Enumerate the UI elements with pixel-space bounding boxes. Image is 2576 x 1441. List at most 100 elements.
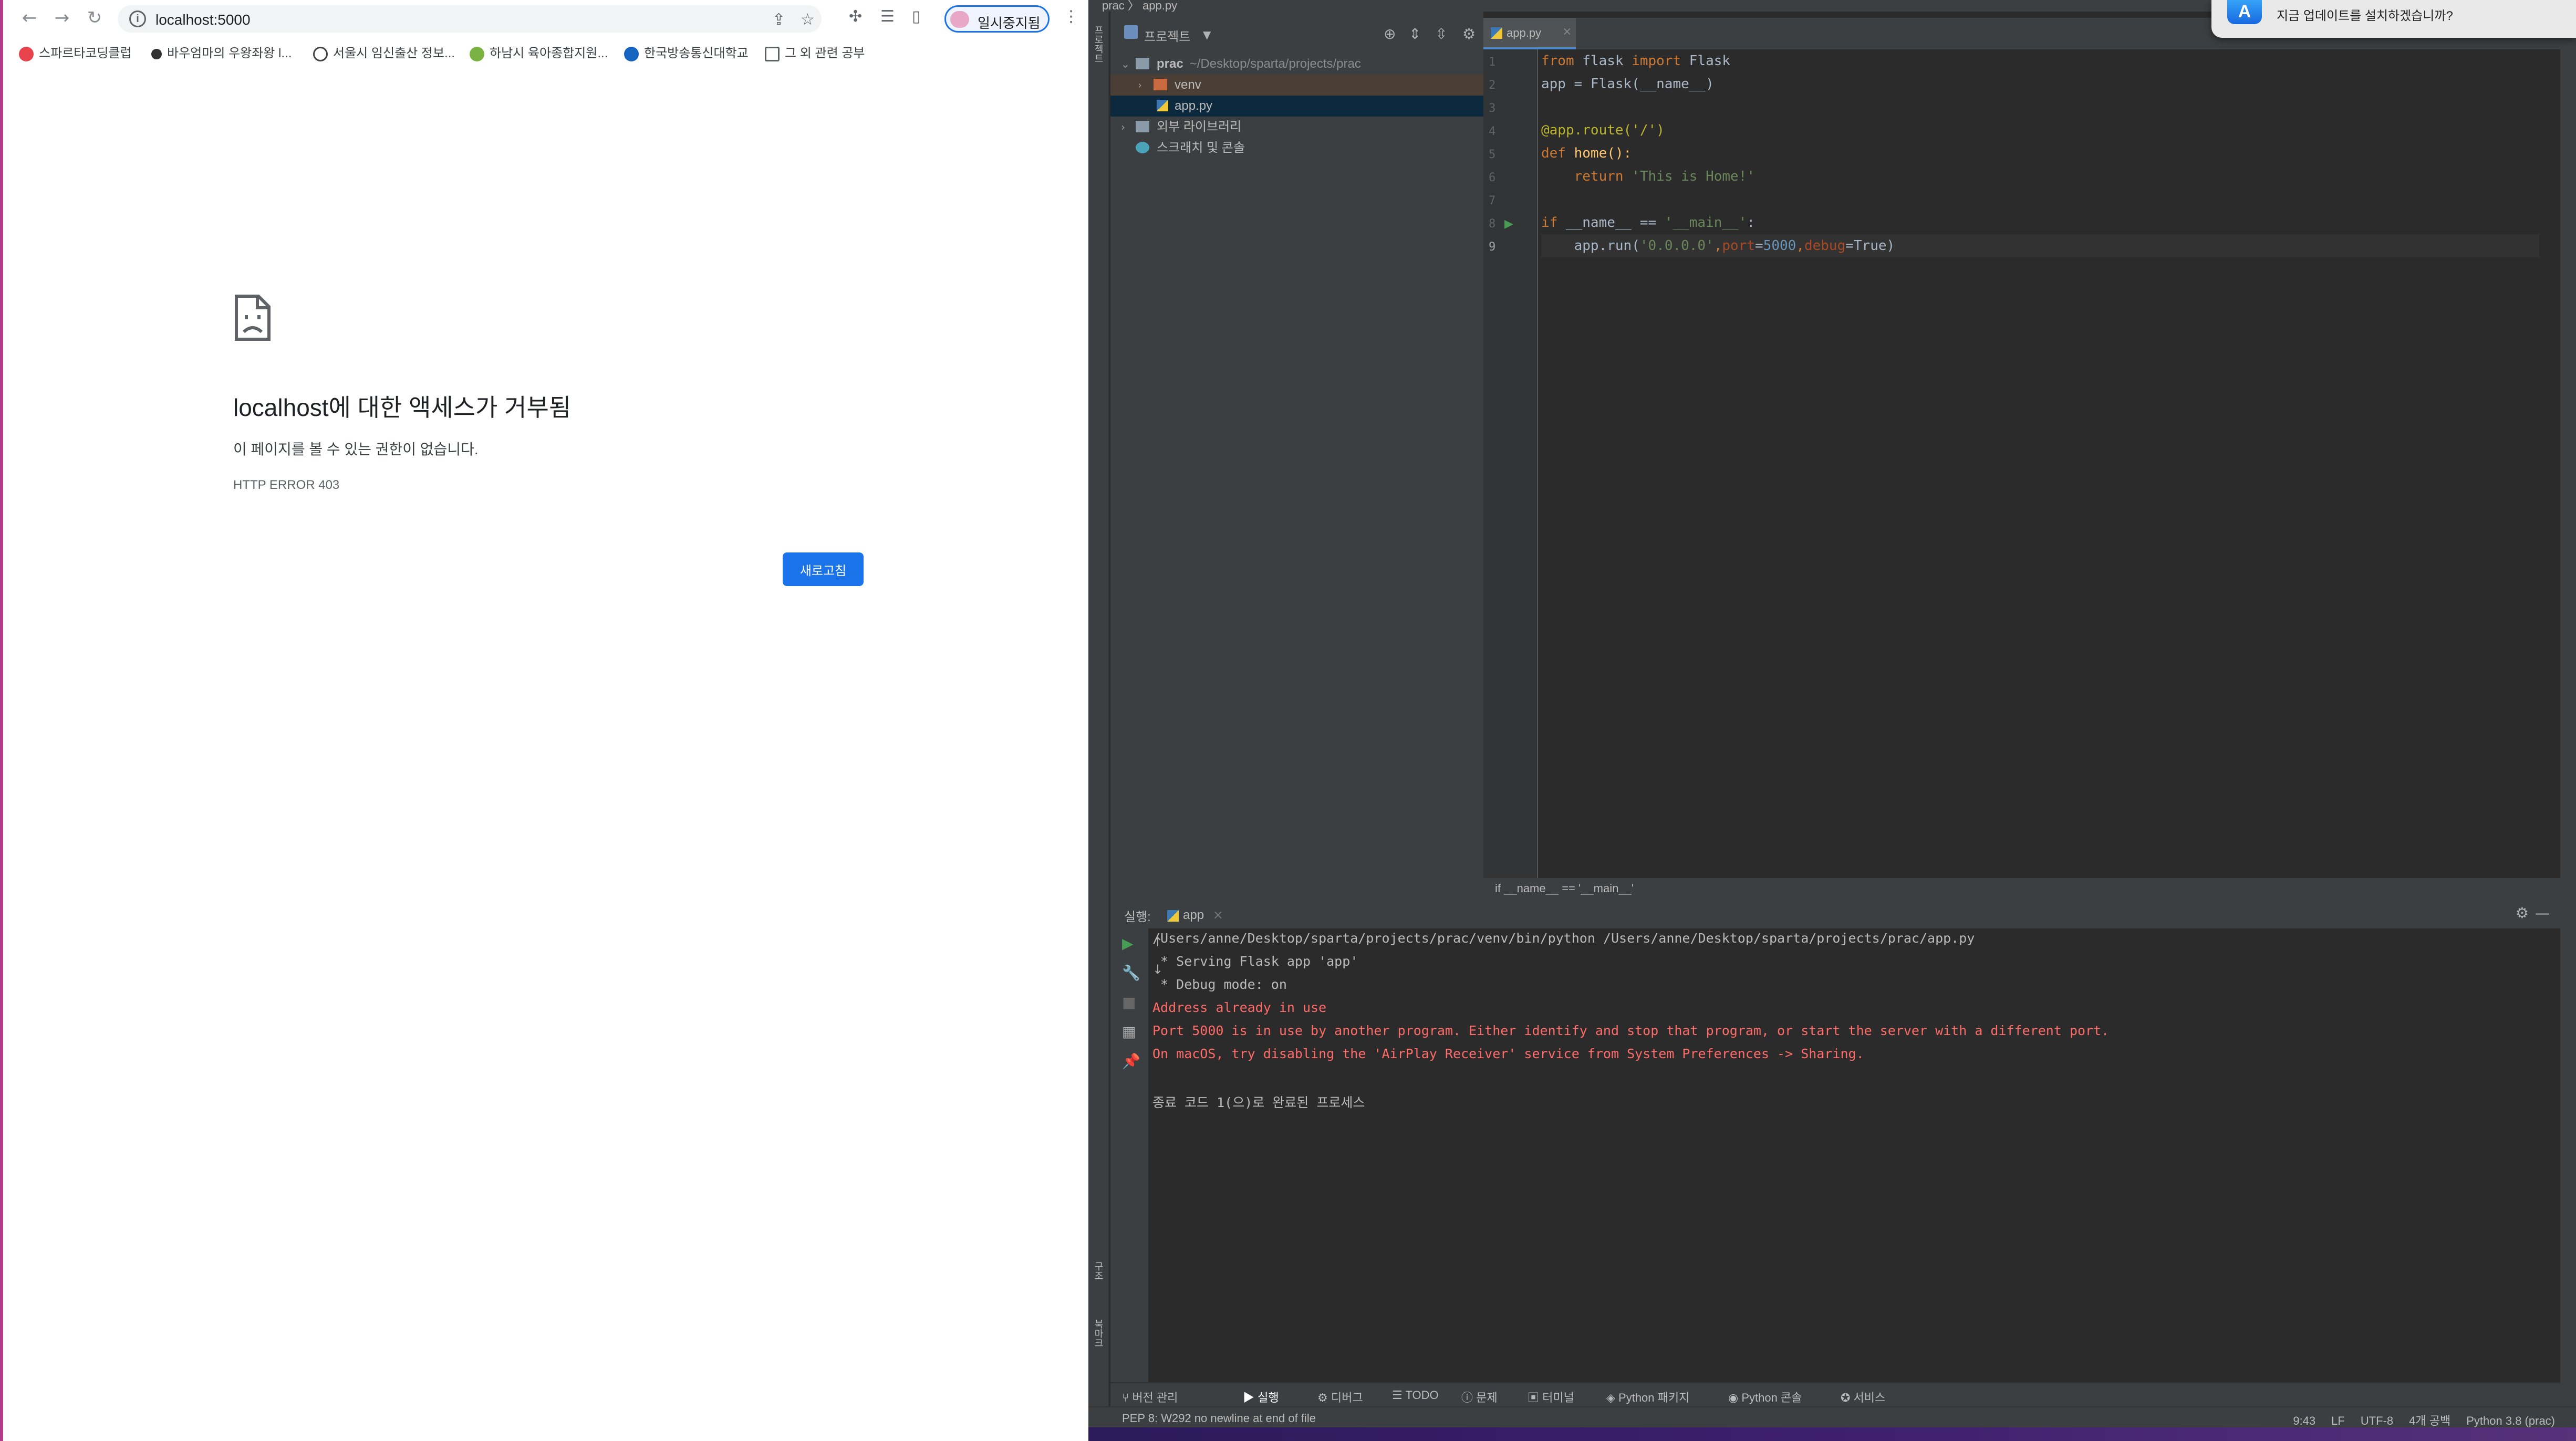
bookmark-item[interactable]: 하남시 육아종합지원... bbox=[470, 44, 608, 63]
share-icon[interactable]: ⇪ bbox=[772, 11, 785, 29]
scratch-icon bbox=[1136, 142, 1149, 153]
console-error-line: Port 5000 is in use by another program. … bbox=[1152, 1023, 2110, 1038]
tab-version-control[interactable]: ⑂ 버전 관리 bbox=[1122, 1388, 1178, 1405]
code-area[interactable]: from flask import Flask app = Flask(__na… bbox=[1541, 49, 2539, 890]
error-code: HTTP ERROR 403 bbox=[233, 478, 340, 492]
code-line[interactable]: from flask import Flask bbox=[1541, 49, 1730, 72]
expand-all-icon[interactable]: ⇕ bbox=[1409, 25, 1421, 43]
run-gutter-icon[interactable]: ▶ bbox=[1504, 217, 1513, 231]
browser-toolbar: ← → ↻ i localhost:5000 ⇪ ☆ ✣ ☰ ▯ 일시중지됨 ⋮ bbox=[3, 0, 1088, 37]
tab-problems[interactable]: ⓘ 문제 bbox=[1461, 1388, 1498, 1405]
bookmark-item[interactable]: 서울시 임신출산 정보... bbox=[313, 44, 455, 63]
chevron-right-icon[interactable]: › bbox=[1138, 75, 1142, 96]
bookmarks-tool-tab[interactable]: 북마크 bbox=[1092, 1319, 1105, 1348]
line-number: 9 bbox=[1489, 241, 1496, 254]
url-text[interactable]: localhost:5000 bbox=[155, 12, 251, 28]
tab-python-packages[interactable]: ◈ Python 패키지 bbox=[1606, 1388, 1689, 1405]
tree-item-venv[interactable]: › venv bbox=[1110, 75, 1483, 96]
wrench-icon[interactable]: 🔧 bbox=[1122, 964, 1140, 981]
gear-icon[interactable]: ⚙ bbox=[1462, 25, 1476, 43]
project-header: 프로젝트 ▼ ⊕ ⇕ ⇳ ⚙ bbox=[1110, 18, 1483, 49]
indent-setting[interactable]: 4개 공백 bbox=[2409, 1414, 2450, 1427]
browser-window: ← → ↻ i localhost:5000 ⇪ ☆ ✣ ☰ ▯ 일시중지됨 ⋮… bbox=[0, 0, 1088, 1441]
project-title[interactable]: 프로젝트 bbox=[1144, 26, 1190, 45]
chevron-right-icon[interactable]: › bbox=[1121, 117, 1125, 138]
interpreter[interactable]: Python 3.8 (prac) bbox=[2466, 1414, 2555, 1427]
line-number: 8 bbox=[1489, 217, 1496, 231]
layout-icon[interactable]: ▦ bbox=[1122, 1023, 1136, 1040]
code-line[interactable]: app = Flask(__name__) bbox=[1541, 72, 1714, 96]
error-title: localhost에 대한 액세스가 거부됨 bbox=[233, 394, 572, 421]
tree-item-app-py[interactable]: app.py bbox=[1110, 96, 1483, 117]
console-output[interactable]: /Users/anne/Desktop/sparta/projects/prac… bbox=[1152, 928, 2550, 1382]
project-tool-tab[interactable]: 프로젝트 bbox=[1092, 25, 1105, 63]
profile-button[interactable]: 일시중지됨 bbox=[944, 5, 1050, 33]
ide-window: prac 〉 app.py 프로젝트 구조 북마크 프로젝트 ▼ ⊕ ⇕ ⇳ ⚙… bbox=[1088, 0, 2576, 1441]
run-toolbar: ▶ 🔧 ■ ▦ 📌 ↑ ↓ bbox=[1110, 928, 1163, 1382]
forward-arrow-icon[interactable]: → bbox=[51, 7, 72, 28]
chevron-down-icon[interactable]: ⌄ bbox=[1121, 54, 1130, 75]
caret-position[interactable]: 9:43 bbox=[2293, 1414, 2315, 1427]
tree-item-scratches[interactable]: 스크래치 및 콘솔 bbox=[1110, 138, 1483, 159]
collapse-all-icon[interactable]: ⇳ bbox=[1435, 25, 1447, 43]
library-icon bbox=[1136, 121, 1149, 132]
tab-debug[interactable]: ⚙ 디버그 bbox=[1317, 1388, 1363, 1405]
close-icon[interactable]: × bbox=[1213, 907, 1223, 922]
line-separator[interactable]: LF bbox=[2331, 1414, 2345, 1427]
code-line[interactable]: if __name__ == '__main__': bbox=[1541, 211, 1755, 234]
site-info-icon[interactable]: i bbox=[129, 11, 146, 27]
update-notification[interactable]: A 지금 업데이트를 설치하겠습니까? bbox=[2211, 0, 2576, 38]
pin-icon[interactable]: 📌 bbox=[1122, 1052, 1140, 1070]
close-icon[interactable]: × bbox=[1562, 25, 1572, 38]
bookmark-item[interactable]: 스파르타코딩클럽 bbox=[19, 44, 132, 63]
reload-icon[interactable]: ↻ bbox=[84, 7, 105, 28]
extensions-icon[interactable]: ✣ bbox=[849, 7, 862, 26]
kebab-menu-icon[interactable]: ⋮ bbox=[1063, 7, 1079, 26]
rerun-icon[interactable]: ▶ bbox=[1122, 935, 1134, 952]
code-line-current[interactable]: app.run('0.0.0.0',port=5000,debug=True) bbox=[1541, 234, 2539, 257]
tab-todo[interactable]: ☰ TODO bbox=[1392, 1388, 1439, 1402]
folder-icon bbox=[1154, 79, 1167, 90]
bookmark-item[interactable]: 한국방송통신대학교 bbox=[624, 44, 749, 63]
stop-icon[interactable]: ■ bbox=[1122, 994, 1136, 1011]
back-arrow-icon[interactable]: ← bbox=[19, 7, 40, 28]
tab-app-py[interactable]: app.py × bbox=[1483, 18, 1576, 49]
tab-terminal[interactable]: ▣ 터미널 bbox=[1528, 1388, 1574, 1405]
status-bar: PEP 8: W292 no newline at end of file 9:… bbox=[1088, 1406, 2576, 1427]
globe-icon bbox=[313, 46, 328, 61]
tab-services[interactable]: ✪ 서비스 bbox=[1841, 1388, 1885, 1405]
reload-button[interactable]: 새로고침 bbox=[783, 552, 864, 586]
sad-page-icon bbox=[235, 295, 271, 341]
bookmark-folder[interactable]: 그 외 관련 공부 bbox=[765, 44, 865, 63]
python-icon bbox=[1167, 910, 1179, 922]
chevron-down-icon[interactable]: ▼ bbox=[1203, 28, 1211, 41]
tree-item-external-libraries[interactable]: › 외부 라이브러리 bbox=[1110, 117, 1483, 138]
star-icon[interactable]: ☆ bbox=[801, 11, 815, 29]
tree-item-prac[interactable]: ⌄ prac ~/Desktop/sparta/projects/prac bbox=[1110, 54, 1483, 75]
status-message[interactable]: PEP 8: W292 no newline at end of file bbox=[1122, 1412, 1316, 1425]
console-line: * Serving Flask app 'app' bbox=[1152, 954, 1358, 969]
code-line[interactable]: return 'This is Home!' bbox=[1541, 165, 1755, 188]
gear-icon[interactable]: ⚙ bbox=[2516, 904, 2529, 922]
tab-python-console[interactable]: ◉ Python 콘솔 bbox=[1728, 1388, 1802, 1405]
code-line[interactable]: @app.route('/') bbox=[1541, 119, 1665, 142]
line-number: 4 bbox=[1489, 125, 1496, 138]
run-tab-app[interactable]: app × bbox=[1167, 904, 1223, 925]
tab-run[interactable]: ▶ 실행 bbox=[1243, 1388, 1279, 1405]
bookmark-item[interactable]: 바우엄마의 우왕좌왕 l... bbox=[151, 44, 292, 63]
locate-icon[interactable]: ⊕ bbox=[1384, 25, 1396, 43]
app-store-icon: A bbox=[2227, 0, 2262, 24]
side-panel-icon[interactable]: ▯ bbox=[912, 7, 921, 26]
reading-list-icon[interactable]: ☰ bbox=[880, 7, 895, 26]
console-line: 종료 코드 1(으)로 완료된 프로세스 bbox=[1152, 1095, 1365, 1110]
python-file-icon bbox=[1157, 100, 1168, 111]
desktop-edge bbox=[1088, 1427, 2576, 1441]
structure-tool-tab[interactable]: 구조 bbox=[1092, 1261, 1105, 1280]
code-line[interactable]: def home(): bbox=[1541, 142, 1632, 165]
address-bar[interactable]: i localhost:5000 ⇪ ☆ bbox=[118, 5, 822, 33]
editor-breadcrumb[interactable]: if __name__ == '__main__' bbox=[1483, 878, 2560, 899]
run-label: 실행: bbox=[1124, 910, 1151, 924]
file-encoding[interactable]: UTF-8 bbox=[2361, 1414, 2393, 1427]
minimize-icon[interactable]: — bbox=[2535, 904, 2550, 922]
console-line: * Debug mode: on bbox=[1152, 977, 1287, 992]
